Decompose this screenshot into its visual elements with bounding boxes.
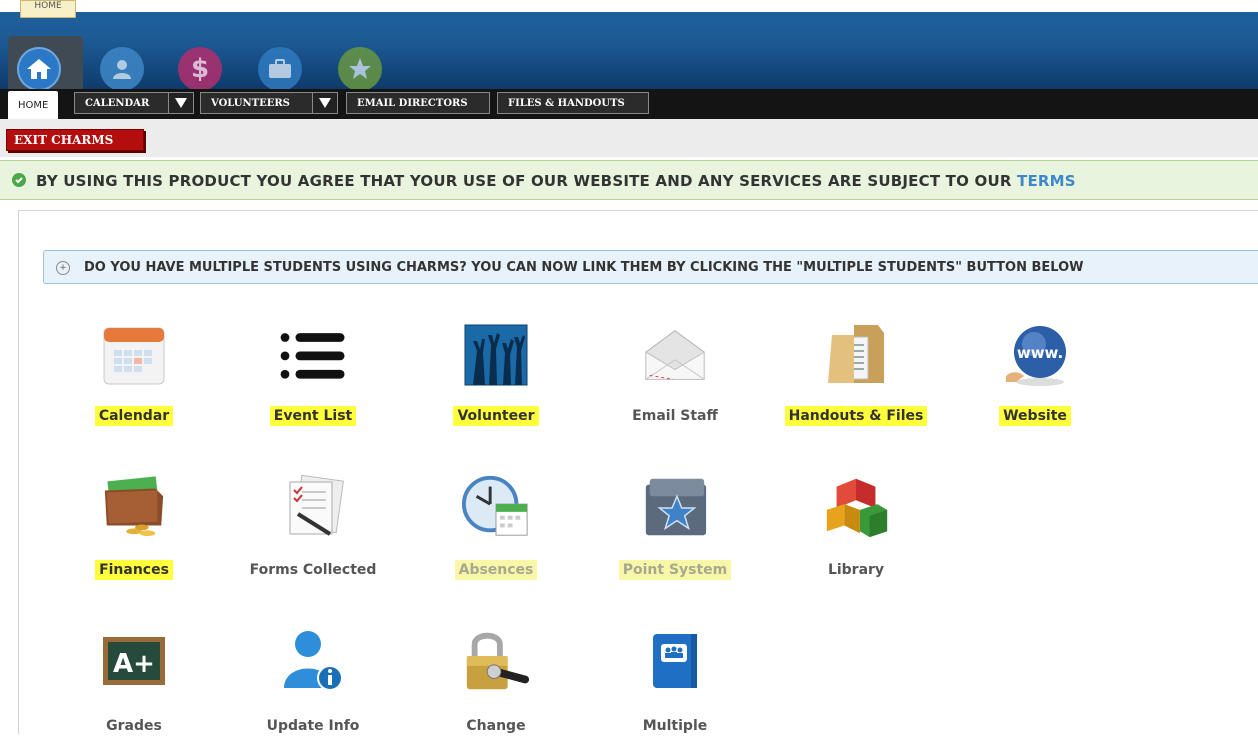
tile-multiple-text: Multiple (642, 718, 708, 734)
tab-email-directors-label: EMAIL DIRECTORS (357, 97, 468, 109)
star-icon[interactable] (338, 47, 382, 91)
group-book-icon (640, 628, 710, 694)
tile-calendar-text: Calendar (94, 406, 174, 426)
home-tooltip: HOME (20, 0, 76, 18)
dollar-icon[interactable]: $ (178, 47, 222, 91)
info-icon: + (56, 261, 70, 275)
tile-handouts-files-text: Handouts & Files (784, 406, 928, 426)
tab-calendar[interactable]: CALENDAR (74, 92, 194, 114)
agreement-text: BY USING THIS PRODUCT YOU AGREE THAT YOU… (36, 172, 1076, 190)
tile-update-info-text: Update Info (266, 718, 360, 734)
tile-absences-text: Absences (454, 560, 538, 580)
multiple-students-info-banner: + DO YOU HAVE MULTIPLE STUDENTS USING CH… (43, 250, 1258, 284)
padlock-key-icon (461, 628, 531, 694)
info-banner-text: DO YOU HAVE MULTIPLE STUDENTS USING CHAR… (84, 260, 1084, 275)
tile-library-text: Library (827, 562, 885, 578)
calendar-dropdown-toggle[interactable] (168, 92, 194, 114)
tab-bar: HOME CALENDAR VOLUNTEERS EMAIL DIRECTORS… (0, 89, 1258, 119)
tile-point-system-text: Point System (618, 560, 732, 580)
user-info-icon (278, 628, 348, 694)
clock-calendar-icon (461, 474, 531, 540)
chevron-down-icon (175, 98, 187, 108)
tile-finances-text: Finances (95, 560, 173, 580)
svg-text:www.: www. (1017, 344, 1063, 362)
tile-point-system-label: Point System (600, 560, 750, 580)
home-icon[interactable] (17, 47, 61, 91)
tab-home-label: HOME (18, 99, 49, 111)
svg-text:A+: A+ (113, 649, 155, 679)
tile-volunteer-text: Volunteer (453, 406, 539, 426)
agreement-banner: BY USING THIS PRODUCT YOU AGREE THAT YOU… (0, 160, 1258, 200)
chevron-down-icon (319, 98, 331, 108)
main-panel (18, 210, 1258, 734)
tile-forms-collected-text: Forms Collected (249, 562, 377, 578)
tile-update-info-label: Update Info (238, 718, 388, 734)
tab-email-directors[interactable]: EMAIL DIRECTORS (346, 92, 490, 114)
tile-grades-label: Grades (59, 718, 209, 734)
tile-handouts-files-label: Handouts & Files (781, 406, 931, 426)
tab-calendar-label: CALENDAR (85, 97, 150, 109)
person-icon[interactable] (100, 47, 144, 91)
tab-volunteers-label: VOLUNTEERS (211, 97, 290, 109)
calendar-icon (99, 322, 169, 388)
tile-website-label: Website (960, 406, 1110, 426)
exit-charms-button[interactable]: EXIT CHARMS (6, 129, 144, 151)
star-box-icon (640, 474, 710, 540)
globe-icon: www. (1000, 322, 1070, 388)
tile-absences-label: Absences (421, 560, 571, 580)
tile-multiple-label: Multiple (600, 718, 750, 734)
tab-home[interactable]: HOME (8, 91, 59, 119)
tile-calendar-label: Calendar (59, 406, 209, 426)
wallet-icon (99, 474, 169, 540)
tab-files-handouts[interactable]: FILES & HANDOUTS (497, 92, 649, 114)
top-icon-bar: $ (0, 12, 1258, 101)
raised-hands-icon (461, 322, 531, 388)
sub-bar: EXIT CHARMS (0, 119, 1258, 157)
briefcase-icon[interactable] (258, 47, 302, 91)
tile-email-staff-label: Email Staff (600, 408, 750, 424)
volunteers-dropdown-toggle[interactable] (312, 92, 338, 114)
tile-library-label: Library (781, 562, 931, 578)
list-icon (278, 322, 348, 388)
folder-icon (821, 322, 891, 388)
terms-link[interactable]: TERMS (1017, 172, 1076, 190)
tile-forms-collected-label: Forms Collected (238, 562, 388, 578)
tile-email-staff-text: Email Staff (632, 408, 718, 424)
tile-change-label: Change (421, 718, 571, 734)
agreement-message: BY USING THIS PRODUCT YOU AGREE THAT YOU… (36, 172, 1012, 190)
check-circle-icon (12, 173, 26, 187)
tab-volunteers[interactable]: VOLUNTEERS (200, 92, 338, 114)
blocks-icon (821, 474, 891, 540)
tile-change-text: Change (466, 718, 526, 734)
chalkboard-icon: A+ (99, 628, 169, 694)
tile-event-list-text: Event List (269, 406, 357, 426)
tile-finances-label: Finances (59, 560, 209, 580)
tile-event-list-label: Event List (238, 406, 388, 426)
tile-website-text: Website (999, 406, 1071, 426)
tab-files-handouts-label: FILES & HANDOUTS (508, 97, 625, 109)
envelope-icon (640, 322, 710, 388)
forms-icon (278, 474, 348, 540)
tile-volunteer-label: Volunteer (421, 406, 571, 426)
tile-grades-text: Grades (106, 718, 162, 734)
